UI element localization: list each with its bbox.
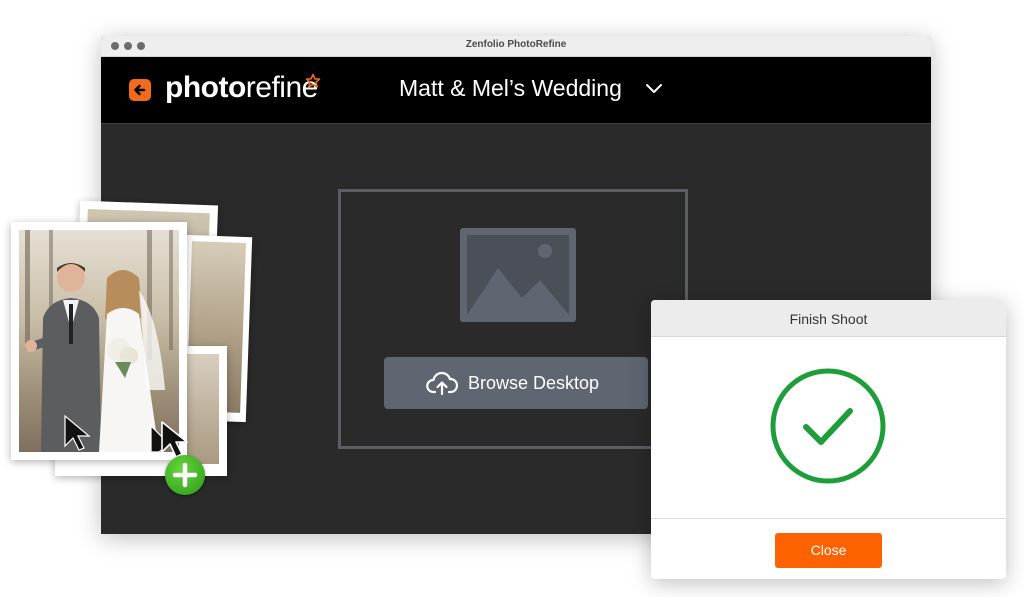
dialog-footer: Close (651, 518, 1006, 579)
dialog-header: Finish Shoot (651, 300, 1006, 337)
shoot-selector[interactable]: Matt & Mel’s Wedding (399, 75, 622, 102)
cursor-icon (161, 421, 188, 458)
cloud-upload-icon (426, 371, 458, 395)
back-button[interactable] (129, 79, 151, 101)
wedding-photo (19, 230, 179, 452)
dialog-title: Finish Shoot (789, 311, 868, 327)
upload-dropzone[interactable]: Browse Desktop (338, 189, 688, 449)
browse-desktop-button[interactable]: Browse Desktop (384, 357, 648, 409)
wedding-couple-illustration (25, 230, 173, 452)
photorefine-logo: photorefine (165, 71, 318, 105)
add-photos-badge[interactable] (165, 455, 205, 495)
chevron-down-icon[interactable] (645, 83, 663, 95)
browse-desktop-label: Browse Desktop (468, 373, 600, 393)
window-title: Zenfolio PhotoRefine (465, 39, 567, 50)
check-circle-icon (770, 368, 886, 484)
star-icon (305, 73, 321, 88)
logo-prefix: photo (165, 71, 246, 104)
finish-shoot-dialog: Finish Shoot Close (651, 300, 1006, 579)
plus-icon (172, 462, 198, 488)
app-header: photorefine Matt & Mel’s Wedding (101, 57, 931, 124)
image-placeholder-icon (460, 228, 576, 322)
window-titlebar: Zenfolio PhotoRefine (101, 36, 931, 57)
close-button[interactable]: Close (775, 533, 882, 568)
back-arrow-icon (134, 84, 146, 96)
